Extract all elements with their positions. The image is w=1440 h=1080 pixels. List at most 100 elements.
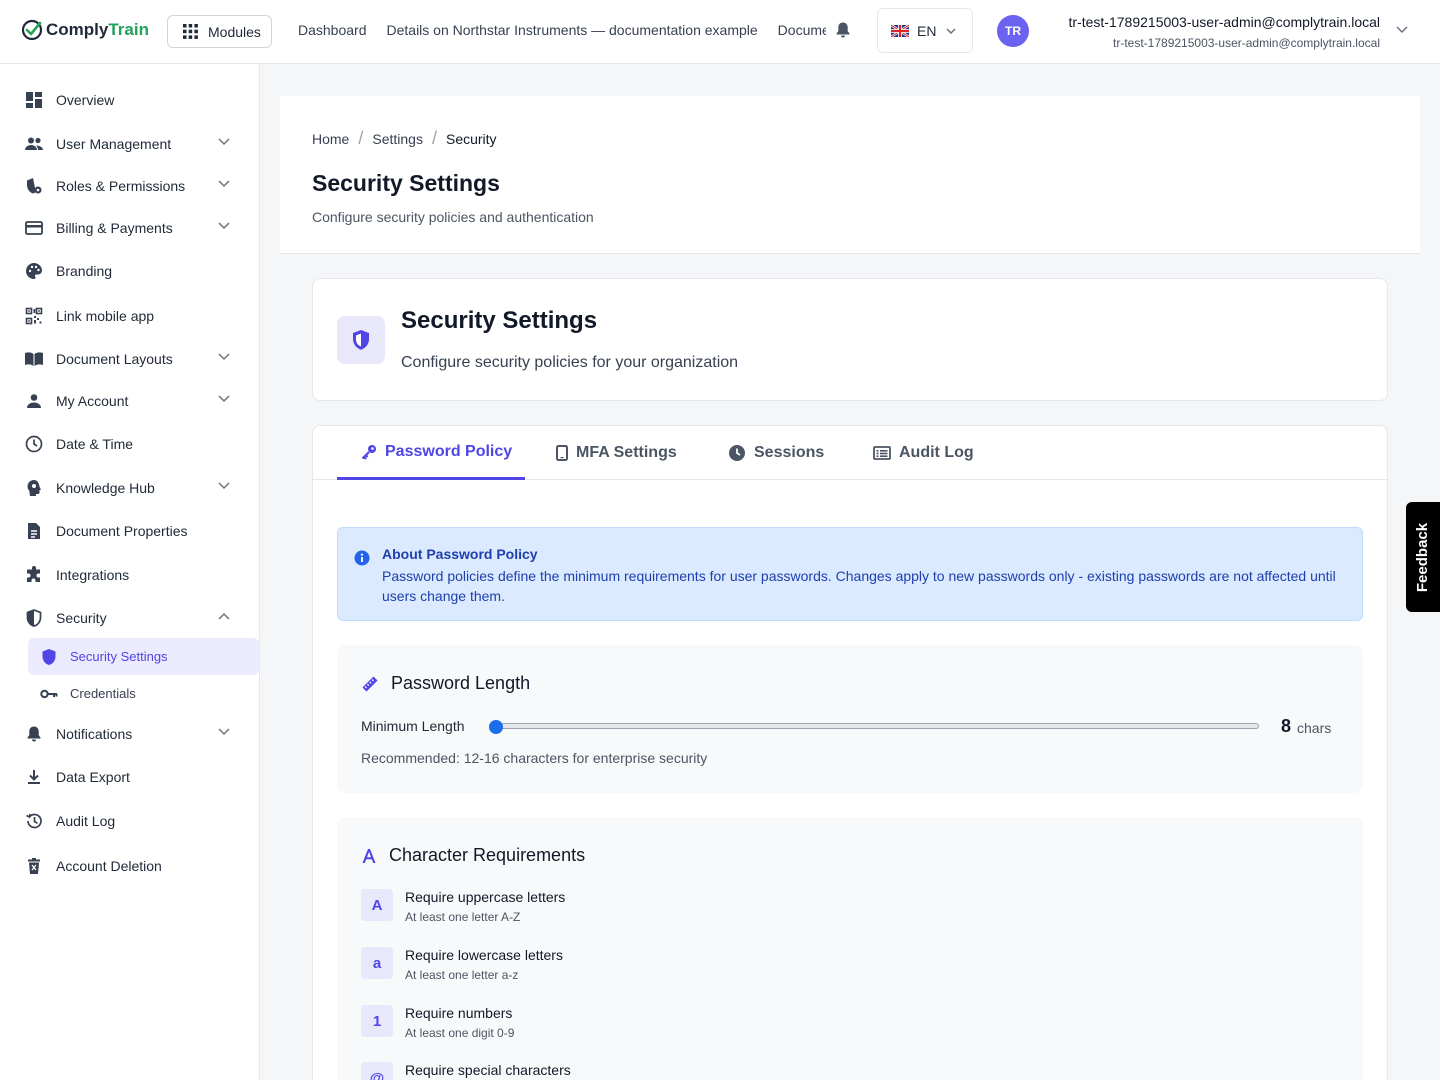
ruler-icon [361,675,379,693]
sidebar-item-link-mobile-app[interactable]: Link mobile app [0,296,259,336]
shield-lock-icon [24,176,44,196]
sidebar-subitem-security-settings[interactable]: Security Settings [28,638,259,675]
sidebar-item-date-time[interactable]: Date & Time [0,424,259,464]
breadcrumb-settings[interactable]: Settings [372,131,423,147]
hero-subtitle: Configure security policies for your org… [401,354,739,371]
tab-label: Sessions [754,444,825,461]
requirement-description: At least one digit 0-9 [405,1026,515,1040]
key-icon [40,685,58,703]
requirement-lowercase[interactable]: a Require lowercase letters At least one… [361,947,1261,987]
sidebar-item-roles-permissions[interactable]: Roles & Permissions [0,166,259,206]
sidebar-subitem-label: Credentials [70,686,136,701]
top-nav-documents[interactable]: Documents [778,22,826,38]
sidebar-item-account-deletion[interactable]: Account Deletion [0,846,259,886]
bell-icon[interactable] [835,21,851,39]
user-menu-chevron-icon[interactable] [1396,26,1408,34]
key-icon [361,444,377,460]
requirement-title: Require numbers [405,1005,513,1021]
tab-label: Password Policy [385,442,513,460]
sidebar-item-security[interactable]: Security [0,598,259,638]
breadcrumb: Home / Settings / Security [312,128,497,149]
grid-icon [183,24,198,39]
requirement-badge: @ [361,1062,393,1080]
hero-title: Security Settings [401,307,598,334]
requirement-uppercase[interactable]: A Require uppercase letters At least one… [361,889,1261,929]
sidebar-item-billing-payments[interactable]: Billing & Payments [0,208,259,248]
breadcrumb-separator: / [358,128,364,148]
language-label: EN [917,22,937,39]
list-icon [873,446,891,460]
logo[interactable]: Comply Train [20,18,149,42]
sidebar-subitem-label: Security Settings [70,649,168,664]
sidebar-item-branding[interactable]: Branding [0,251,259,291]
sidebar-item-document-layouts[interactable]: Document Layouts [0,339,259,379]
person-icon [24,391,44,411]
requirement-numbers[interactable]: 1 Require numbers At least one digit 0-9 [361,1005,1261,1045]
book-icon [24,349,44,369]
top-bar: Comply Train Modules Dashboard Details on … [0,0,1440,64]
modules-label: Modules [208,23,261,40]
top-nav: Dashboard Details on Northstar Instrument… [298,22,826,38]
minimum-length-value: 8 [1281,716,1292,736]
font-a-icon [361,848,377,864]
character-requirements-section: Character Requirements A Require upperca… [337,817,1363,1080]
tab-audit-log[interactable]: Audit Log [873,426,974,480]
sidebar-item-label: My Account [56,393,129,409]
sidebar-item-data-export[interactable]: Data Export [0,757,259,797]
tab-label: Audit Log [899,444,974,461]
download-icon [24,767,44,787]
chevron-down-icon [218,222,230,230]
chevron-down-icon [218,395,230,403]
sidebar-item-label: Document Layouts [56,351,173,367]
puzzle-icon [24,565,44,585]
password-length-section: Password Length Minimum Length 8 chars R… [337,645,1363,793]
character-requirements-title: Character Requirements [389,845,586,865]
info-icon [354,550,370,566]
minimum-length-unit: chars [1297,720,1332,736]
requirement-title: Require uppercase letters [405,889,566,905]
sidebar-item-notifications[interactable]: Notifications [0,714,259,754]
sidebar-item-document-properties[interactable]: Document Properties [0,511,259,551]
sidebar-item-overview[interactable]: Overview [0,80,259,120]
sidebar-item-label: Link mobile app [56,308,155,324]
password-policy-info: About Password Policy Password policies … [337,527,1363,621]
breadcrumb-current: Security [445,130,497,147]
credit-card-icon [24,218,44,238]
bell-icon [24,724,44,744]
requirement-special[interactable]: @ Require special characters [361,1062,1261,1080]
top-nav-dashboard[interactable]: Dashboard [298,22,367,38]
sidebar-item-user-management[interactable]: User Management [0,124,259,164]
brand-name-part1: Comply [46,20,109,39]
tab-sessions[interactable]: Sessions [728,426,824,480]
trash-icon [24,856,44,876]
sidebar-item-my-account[interactable]: My Account [0,381,259,421]
lightbulb-head-icon [24,478,44,498]
top-nav-northstar[interactable]: Details on Northstar Instruments — docum… [387,22,758,38]
feedback-button[interactable]: Feedback [1406,502,1440,612]
minimum-length-slider-thumb[interactable] [489,720,503,734]
sidebar-item-label: Audit Log [56,813,116,829]
tab-mfa-settings[interactable]: MFA Settings [556,426,677,480]
language-selector[interactable]: EN [877,8,973,53]
sidebar-item-label: Security [56,610,107,626]
brand-name-part2: Train [108,20,149,39]
sidebar-item-integrations[interactable]: Integrations [0,555,259,595]
tab-password-policy[interactable]: Password Policy [337,426,525,480]
sidebar-subitem-credentials[interactable]: Credentials [28,675,259,712]
minimum-length-slider[interactable] [489,723,1259,729]
modules-button[interactable]: Modules [167,15,272,48]
sidebar-item-label: Notifications [56,726,133,742]
sidebar-item-audit-log[interactable]: Audit Log [0,801,259,841]
user-email: tr-test-1789215003-user-admin@complytrai… [1113,36,1380,50]
sidebar-item-label: Billing & Payments [56,220,173,236]
sidebar-item-label: Knowledge Hub [56,480,155,496]
breadcrumb-home[interactable]: Home [312,131,349,147]
feedback-label: Feedback [1414,522,1432,592]
sidebar-item-knowledge-hub[interactable]: Knowledge Hub [0,468,259,508]
requirement-title: Require lowercase letters [405,947,563,963]
requirement-badge: 1 [361,1005,393,1037]
tab-bar: Password Policy MFA Settings Sessions Au… [313,426,1387,480]
chevron-down-icon [218,353,230,361]
page-title: Security Settings [312,170,500,196]
avatar[interactable]: TR [997,15,1029,47]
